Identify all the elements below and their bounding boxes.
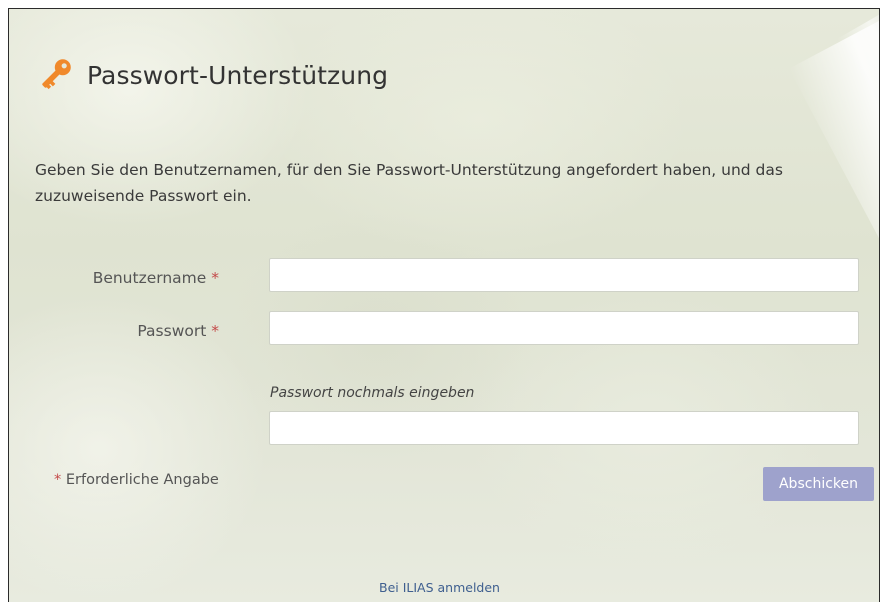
username-input[interactable]: [269, 258, 859, 292]
intro-text: Geben Sie den Benutzernamen, für den Sie…: [35, 161, 783, 205]
password-assistance-panel: Passwort-Unterstützung Geben Sie den Ben…: [8, 8, 880, 602]
username-label: Benutzername *: [93, 269, 219, 287]
login-link[interactable]: Bei ILIAS anmelden: [379, 580, 500, 595]
password-label-text: Passwort: [137, 322, 207, 340]
password-repeat-label: Passwort nochmals eingeben: [270, 385, 475, 401]
password-required-marker: *: [211, 322, 219, 340]
password-repeat-input[interactable]: [269, 411, 859, 445]
required-note-marker: *: [54, 472, 62, 488]
required-note-text: Erforderliche Angabe: [65, 472, 219, 488]
background-glass-reflection: [788, 9, 879, 440]
required-note: * Erforderliche Angabe: [54, 472, 219, 488]
username-required-marker: *: [211, 269, 219, 287]
key-icon: [42, 59, 71, 90]
page-title: Passwort-Unterstützung: [87, 60, 389, 90]
submit-button[interactable]: Abschicken: [763, 467, 874, 501]
page-header: Passwort-Unterstützung: [35, 55, 388, 95]
password-input[interactable]: [269, 311, 859, 345]
password-label: Passwort *: [137, 322, 219, 340]
username-label-text: Benutzername: [92, 269, 207, 287]
